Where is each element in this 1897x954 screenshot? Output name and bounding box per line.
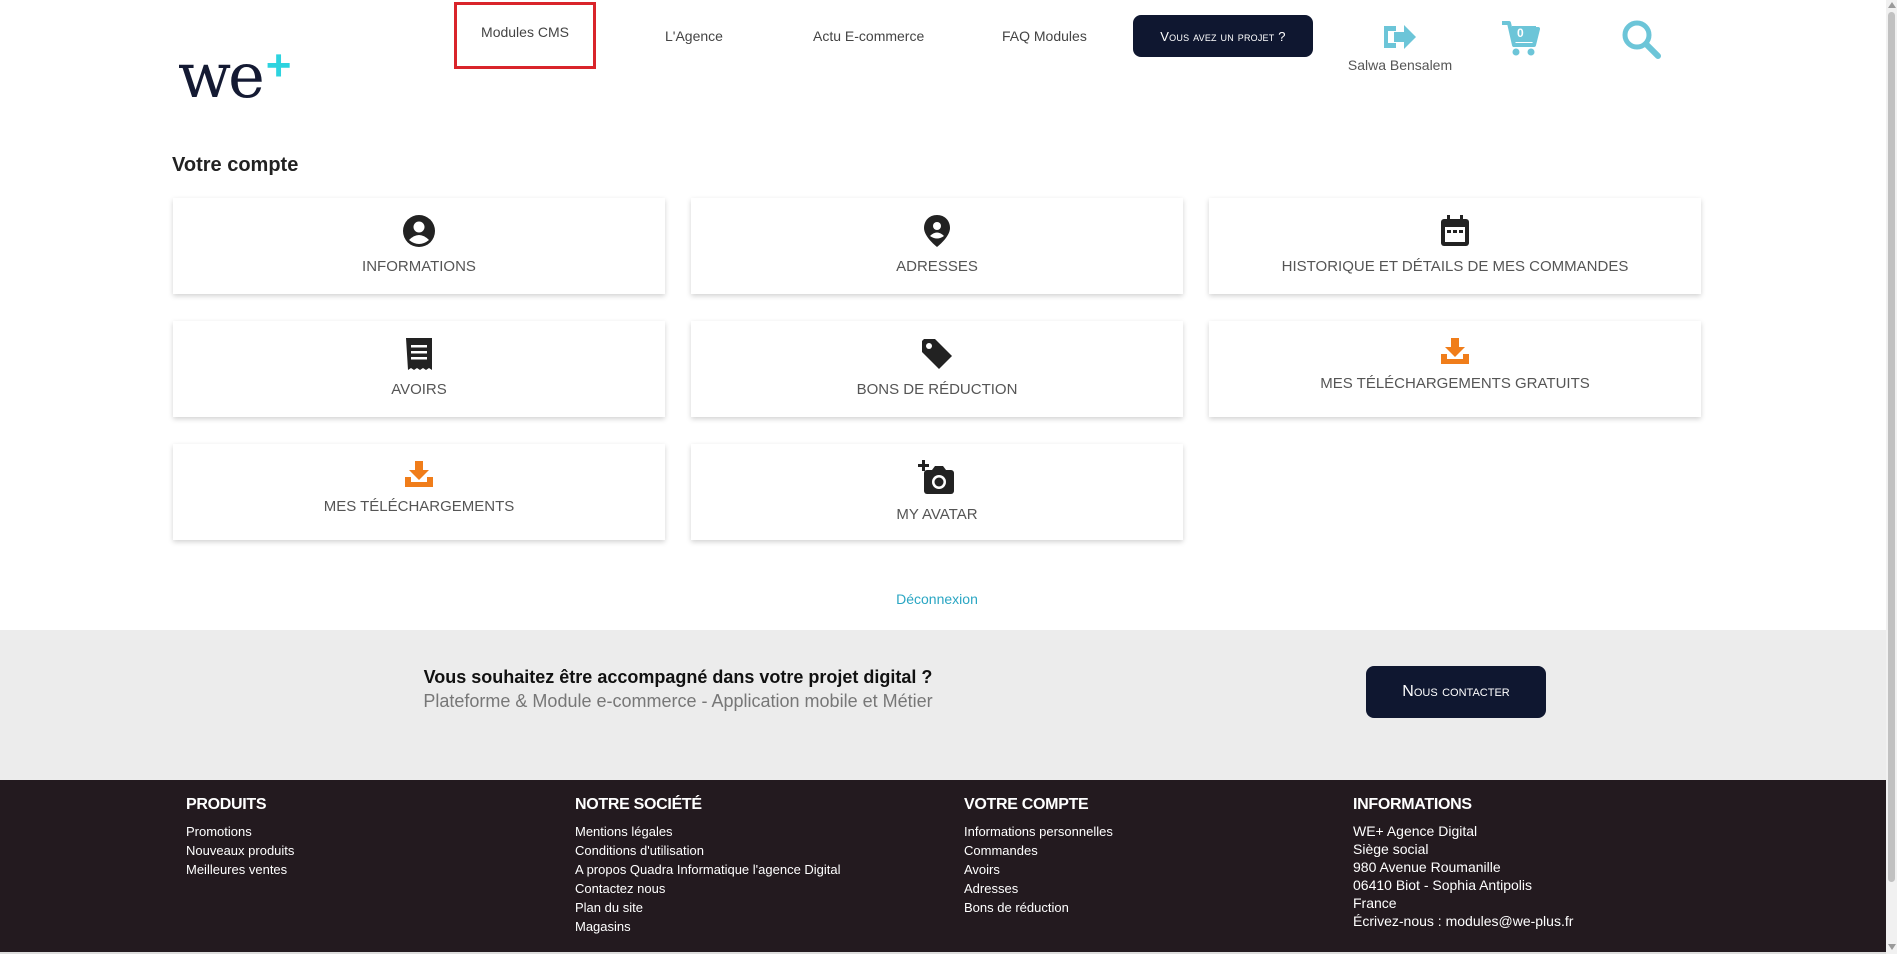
scroll-thumb[interactable] [1888, 12, 1895, 882]
footer-heading: Informations [1353, 796, 1472, 813]
cart-button[interactable]: 0 [1500, 18, 1542, 58]
footer-heading: Votre compte [964, 796, 1089, 813]
card-label: Mes téléchargements gratuits [1320, 375, 1590, 392]
download-icon [405, 461, 433, 487]
card-my-avatar[interactable]: My avatar [691, 444, 1183, 540]
nav-actu-ecommerce[interactable]: Actu E-commerce [813, 28, 924, 44]
add-photo-icon [918, 460, 954, 494]
footer-info-line: WE+ Agence Digital [1353, 823, 1478, 839]
footer-info-line: France [1353, 895, 1397, 911]
footer-heading: Notre société [575, 796, 702, 813]
calendar-icon [1441, 215, 1469, 246]
card-historique-commandes[interactable]: Historique et détails de mes commandes [1209, 198, 1701, 294]
nav-agence[interactable]: L'Agence [665, 28, 723, 44]
receipt-icon [406, 338, 432, 370]
footer-link[interactable]: Contactez nous [575, 879, 841, 898]
scroll-up-arrow-icon[interactable] [1888, 2, 1896, 8]
card-label: Bons de réduction [856, 381, 1018, 398]
logo-text: we [178, 39, 265, 112]
cta-title: Vous souhaitez être accompagné dans votr… [423, 667, 933, 687]
download-icon [1441, 338, 1469, 364]
footer-link[interactable]: Plan du site [575, 898, 841, 917]
user-circle-icon [403, 215, 435, 247]
footer-link[interactable]: Promotions [186, 822, 294, 841]
search-icon [1622, 20, 1661, 59]
footer-company: Notre société Mentions légales Condition… [575, 796, 841, 936]
search-button[interactable] [1620, 18, 1662, 60]
card-label: My avatar [896, 506, 978, 523]
cta-band: Vous souhaitez être accompagné dans votr… [0, 630, 1886, 780]
logout-button[interactable] [1380, 20, 1420, 54]
nav-label: Modules CMS [481, 23, 569, 40]
card-label: Avoirs [391, 381, 447, 398]
nav-modules-cms[interactable]: Modules CMS [454, 2, 596, 69]
project-button[interactable]: Vous avez un projet ? [1133, 15, 1313, 57]
footer-heading: Produits [186, 796, 267, 813]
logout-link[interactable]: Déconnexion [0, 591, 1874, 607]
footer-link[interactable]: Nouveaux produits [186, 841, 294, 860]
footer-info: Informations WE+ Agence Digital Siège so… [1353, 796, 1573, 930]
contact-button[interactable]: Nous contacter [1366, 666, 1546, 718]
footer-info-line: 06410 Biot - Sophia Antipolis [1353, 877, 1533, 893]
footer-account: Votre compte Informations personnelles C… [964, 796, 1113, 917]
footer-email-link[interactable]: Écrivez-nous : modules@we-plus.fr [1353, 912, 1573, 930]
footer-link[interactable]: Commandes [964, 841, 1113, 860]
footer-link[interactable]: Informations personnelles [964, 822, 1113, 841]
footer-link[interactable]: Avoirs [964, 860, 1113, 879]
page-title: Votre compte [172, 154, 299, 176]
footer-link[interactable]: Meilleures ventes [186, 860, 294, 879]
card-label: Adresses [896, 258, 978, 275]
logo-plus: + [265, 41, 292, 90]
cta-subtitle: Plateforme & Module e-commerce - Applica… [423, 691, 933, 711]
footer-link[interactable]: Bons de réduction [964, 898, 1113, 917]
card-telechargements[interactable]: Mes téléchargements [173, 444, 665, 540]
card-bons-reduction[interactable]: Bons de réduction [691, 321, 1183, 417]
footer-link[interactable]: Adresses [964, 879, 1113, 898]
card-adresses[interactable]: Adresses [691, 198, 1183, 294]
footer-info-line: Siège social [1353, 841, 1429, 857]
footer-info-line: 980 Avenue Roumanille [1353, 859, 1501, 875]
card-avoirs[interactable]: Avoirs [173, 321, 665, 417]
footer-products: Produits Promotions Nouveaux produits Me… [186, 796, 294, 879]
vertical-scrollbar[interactable] [1886, 0, 1897, 954]
card-label: Historique et détails de mes commandes [1281, 258, 1629, 275]
card-label: Mes téléchargements [323, 498, 515, 515]
site-header: we + Modules CMS L'Agence Actu E-commerc… [0, 0, 1880, 120]
cart-count: 0 [1517, 26, 1524, 40]
scroll-down-arrow-icon[interactable] [1888, 944, 1896, 950]
footer-link[interactable]: Mentions légales [575, 822, 841, 841]
site-footer: Produits Promotions Nouveaux produits Me… [0, 780, 1886, 954]
tag-icon [922, 339, 952, 369]
site-logo[interactable]: we + [178, 39, 292, 112]
footer-link[interactable]: Conditions d'utilisation [575, 841, 841, 860]
location-pin-icon [924, 215, 950, 247]
footer-link[interactable]: A propos Quadra Informatique l'agence Di… [575, 860, 841, 879]
card-label: Informations [362, 258, 476, 275]
user-name[interactable]: Salwa Bensalem [1340, 57, 1460, 73]
footer-link[interactable]: Magasins [575, 917, 841, 936]
sign-out-icon [1384, 25, 1416, 49]
card-telechargements-gratuits[interactable]: Mes téléchargements gratuits [1209, 321, 1701, 417]
card-informations[interactable]: Informations [173, 198, 665, 294]
nav-faq-modules[interactable]: FAQ Modules [1002, 28, 1087, 44]
